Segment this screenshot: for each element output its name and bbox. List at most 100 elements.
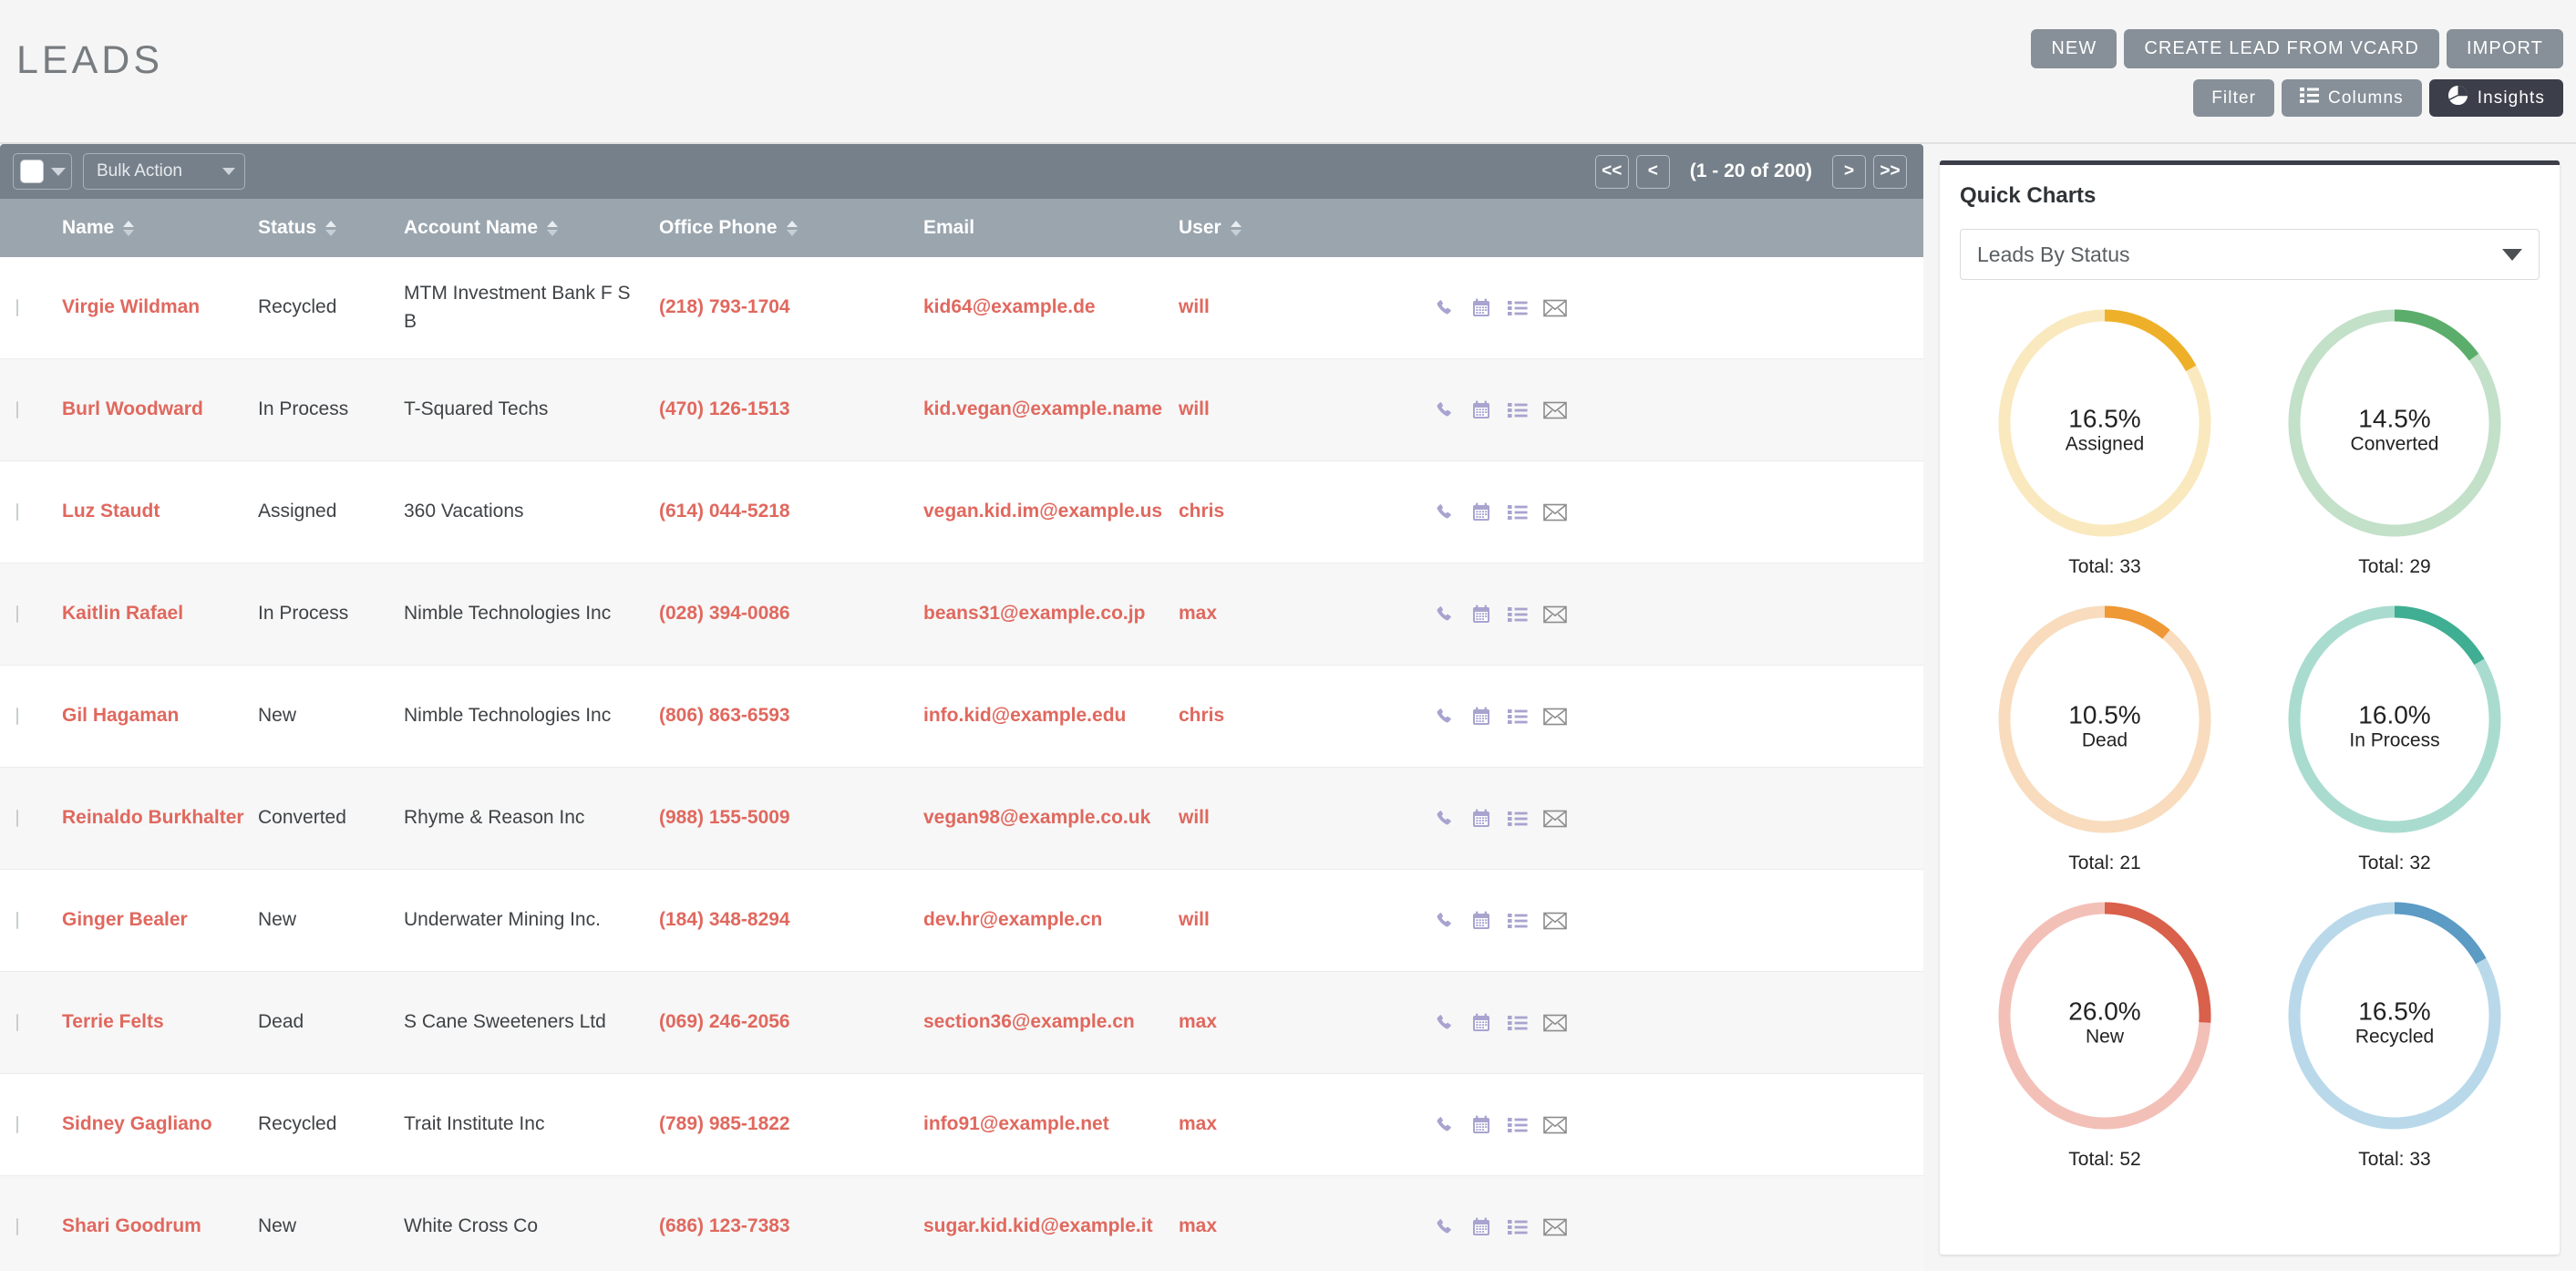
import-button[interactable]: IMPORT: [2446, 29, 2563, 68]
lead-user[interactable]: chris: [1179, 702, 1425, 729]
column-header-office-phone[interactable]: Office Phone: [659, 217, 923, 239]
lead-name-link[interactable]: Burl Woodward: [62, 396, 258, 423]
next-page-button[interactable]: >: [1832, 154, 1866, 189]
envelope-icon[interactable]: [1543, 1014, 1567, 1032]
donut-chart[interactable]: 16.5% Assigned Total: 33: [1960, 300, 2250, 591]
lead-email[interactable]: beans31@example.co.jp: [923, 600, 1179, 627]
envelope-icon[interactable]: [1543, 1116, 1567, 1134]
list-icon[interactable]: [1507, 605, 1529, 624]
envelope-icon[interactable]: [1543, 810, 1567, 828]
lead-office-phone[interactable]: (218) 793-1704: [659, 294, 923, 321]
row-checkbox[interactable]: [16, 298, 18, 316]
donut-chart[interactable]: 14.5% Converted Total: 29: [2250, 300, 2540, 591]
column-header-user[interactable]: User: [1179, 217, 1425, 239]
calendar-icon[interactable]: [1470, 604, 1492, 625]
lead-user[interactable]: will: [1179, 396, 1425, 423]
lead-office-phone[interactable]: (184) 348-8294: [659, 906, 923, 934]
calendar-icon[interactable]: [1470, 501, 1492, 523]
lead-email[interactable]: kid.vegan@example.name: [923, 396, 1179, 423]
filter-button[interactable]: Filter: [2193, 79, 2275, 117]
list-icon[interactable]: [1507, 912, 1529, 930]
list-icon[interactable]: [1507, 503, 1529, 522]
lead-email[interactable]: info.kid@example.edu: [923, 702, 1179, 729]
lead-name-link[interactable]: Gil Hagaman: [62, 702, 258, 729]
table-row[interactable]: Reinaldo Burkhalter Converted Rhyme & Reas…: [0, 768, 1923, 870]
phone-icon[interactable]: [1434, 910, 1456, 932]
table-row[interactable]: Sidney Gagliano Recycled Trait Institute I…: [0, 1074, 1923, 1176]
lead-user[interactable]: will: [1179, 294, 1425, 321]
sort-icon[interactable]: [325, 220, 337, 236]
lead-name-link[interactable]: Shari Goodrum: [62, 1213, 258, 1240]
list-icon[interactable]: [1507, 299, 1529, 317]
row-checkbox[interactable]: [16, 707, 18, 725]
lead-office-phone[interactable]: (789) 985-1822: [659, 1111, 923, 1138]
row-checkbox[interactable]: [16, 502, 18, 521]
bulk-action-select[interactable]: Bulk Action: [83, 153, 245, 190]
envelope-icon[interactable]: [1543, 503, 1567, 522]
calendar-icon[interactable]: [1470, 910, 1492, 932]
calendar-icon[interactable]: [1470, 1216, 1492, 1238]
calendar-icon[interactable]: [1470, 399, 1492, 421]
sort-icon[interactable]: [123, 220, 135, 236]
first-page-button[interactable]: <<: [1594, 154, 1629, 189]
table-row[interactable]: Virgie Wildman Recycled MTM Investment Ban…: [0, 257, 1923, 359]
row-checkbox[interactable]: [16, 1115, 18, 1133]
table-row[interactable]: Luz Staudt Assigned 360 Vacations (614) 044…: [0, 461, 1923, 563]
phone-icon[interactable]: [1434, 399, 1456, 421]
donut-chart[interactable]: 26.0% New Total: 52: [1960, 893, 2250, 1183]
lead-email[interactable]: dev.hr@example.cn: [923, 906, 1179, 934]
envelope-icon[interactable]: [1543, 1218, 1567, 1236]
lead-user[interactable]: max: [1179, 600, 1425, 627]
lead-user[interactable]: chris: [1179, 498, 1425, 525]
lead-office-phone[interactable]: (806) 863-6593: [659, 702, 923, 729]
lead-email[interactable]: vegan98@example.co.uk: [923, 804, 1179, 832]
phone-icon[interactable]: [1434, 501, 1456, 523]
calendar-icon[interactable]: [1470, 297, 1492, 319]
phone-icon[interactable]: [1434, 808, 1456, 830]
lead-user[interactable]: will: [1179, 804, 1425, 832]
lead-name-link[interactable]: Reinaldo Burkhalter: [62, 804, 258, 832]
lead-user[interactable]: will: [1179, 906, 1425, 934]
lead-email[interactable]: kid64@example.de: [923, 294, 1179, 321]
table-row[interactable]: Gil Hagaman New Nimble Technologies Inc (80…: [0, 666, 1923, 768]
table-row[interactable]: Terrie Felts Dead S Cane Sweeteners Ltd (06…: [0, 972, 1923, 1074]
list-icon[interactable]: [1507, 708, 1529, 726]
select-all-dropdown[interactable]: [13, 153, 72, 190]
lead-email[interactable]: section36@example.cn: [923, 1008, 1179, 1036]
table-row[interactable]: Kaitlin Rafael In Process Nimble Technolog…: [0, 563, 1923, 666]
row-checkbox[interactable]: [16, 1217, 18, 1235]
lead-office-phone[interactable]: (614) 044-5218: [659, 498, 923, 525]
envelope-icon[interactable]: [1543, 912, 1567, 930]
sort-icon[interactable]: [786, 220, 798, 236]
lead-name-link[interactable]: Sidney Gagliano: [62, 1111, 258, 1138]
lead-email[interactable]: sugar.kid.kid@example.it: [923, 1213, 1179, 1240]
phone-icon[interactable]: [1434, 604, 1456, 625]
list-icon[interactable]: [1507, 810, 1529, 828]
table-row[interactable]: Burl Woodward In Process T-Squared Techs (4…: [0, 359, 1923, 461]
calendar-icon[interactable]: [1470, 1114, 1492, 1136]
lead-name-link[interactable]: Terrie Felts: [62, 1008, 258, 1036]
column-header-name[interactable]: Name: [62, 217, 258, 239]
row-checkbox[interactable]: [16, 1013, 18, 1031]
chart-type-select[interactable]: Leads By Status: [1960, 229, 2540, 280]
list-icon[interactable]: [1507, 1014, 1529, 1032]
phone-icon[interactable]: [1434, 1012, 1456, 1034]
list-icon[interactable]: [1507, 1116, 1529, 1134]
row-checkbox[interactable]: [16, 400, 18, 418]
lead-email[interactable]: vegan.kid.im@example.us: [923, 498, 1179, 525]
donut-chart[interactable]: 16.0% In Process Total: 32: [2250, 596, 2540, 887]
phone-icon[interactable]: [1434, 297, 1456, 319]
last-page-button[interactable]: >>: [1873, 154, 1907, 189]
envelope-icon[interactable]: [1543, 299, 1567, 317]
phone-icon[interactable]: [1434, 1216, 1456, 1238]
sort-icon[interactable]: [547, 220, 559, 236]
table-row[interactable]: Ginger Bealer New Underwater Mining Inc. (1…: [0, 870, 1923, 972]
donut-chart[interactable]: 16.5% Recycled Total: 33: [2250, 893, 2540, 1183]
list-icon[interactable]: [1507, 401, 1529, 419]
lead-office-phone[interactable]: (470) 126-1513: [659, 396, 923, 423]
create-lead-from-vcard-button[interactable]: CREATE LEAD FROM VCARD: [2124, 29, 2439, 68]
envelope-icon[interactable]: [1543, 401, 1567, 419]
insights-button[interactable]: Insights: [2428, 79, 2563, 117]
column-header-email[interactable]: Email: [923, 217, 1179, 239]
column-header-account-name[interactable]: Account Name: [404, 217, 659, 239]
